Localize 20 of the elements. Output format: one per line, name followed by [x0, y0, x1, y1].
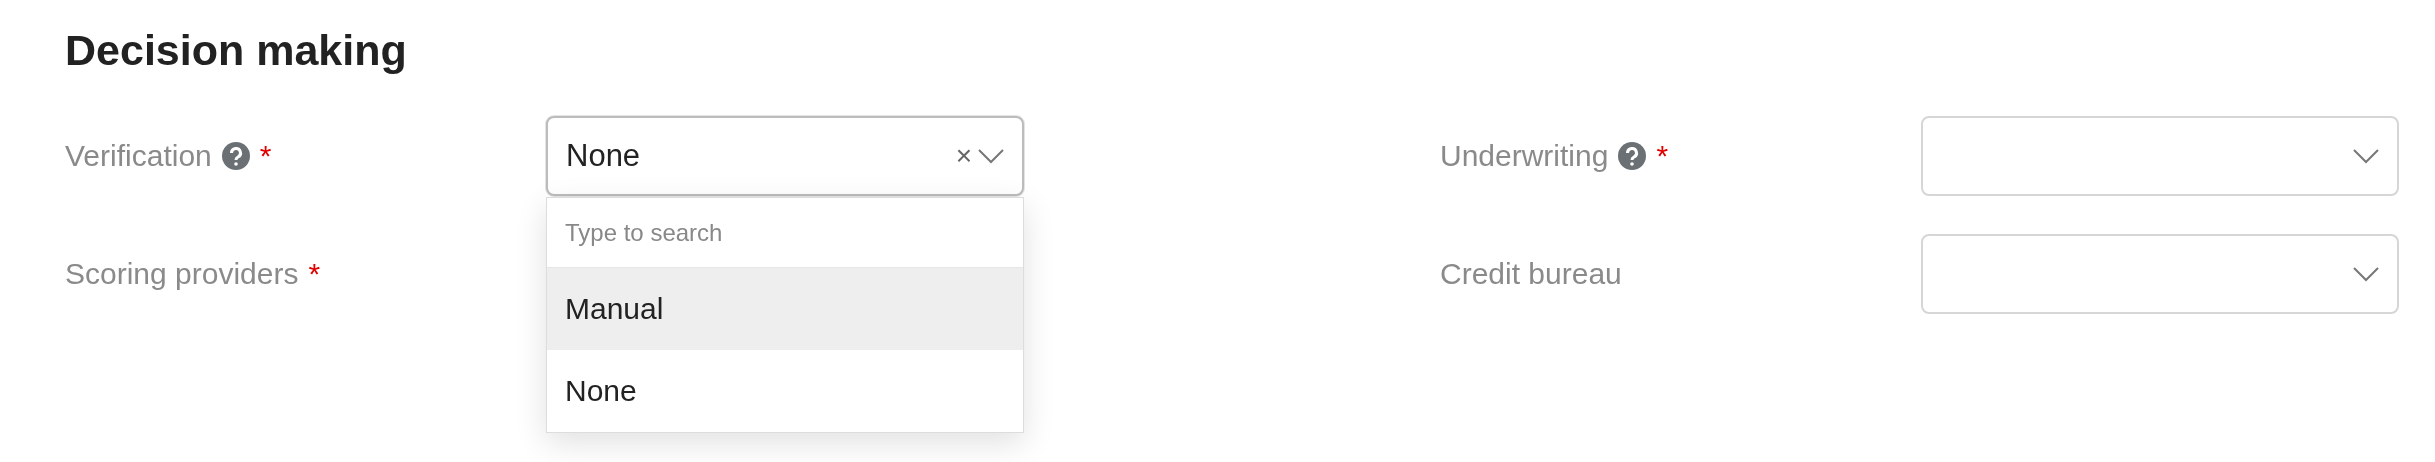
chevron-down-icon: [978, 148, 1004, 164]
field-label: Verification: [65, 139, 212, 173]
required-mark: *: [308, 257, 321, 291]
dropdown-option[interactable]: Manual: [547, 268, 1023, 350]
section-title: Decision making: [65, 25, 408, 76]
select-field[interactable]: [1921, 234, 2399, 314]
chevron-down-icon: [2353, 266, 2379, 282]
field-label: Underwriting: [1440, 139, 1609, 173]
select-field[interactable]: [1921, 116, 2399, 196]
field-label: Credit bureau: [1440, 257, 1622, 291]
chevron-down-icon: [2353, 148, 2379, 164]
help-icon[interactable]: [1618, 142, 1647, 170]
required-mark: *: [259, 139, 272, 173]
select-value: None: [566, 138, 642, 174]
field-label: Scoring providers: [65, 257, 299, 291]
help-icon[interactable]: [221, 142, 250, 170]
search-field[interactable]: Type to search: [547, 198, 1023, 268]
clear-button[interactable]: ×: [955, 140, 972, 172]
required-mark: *: [1656, 139, 1669, 173]
dropdown-option[interactable]: None: [547, 350, 1023, 432]
